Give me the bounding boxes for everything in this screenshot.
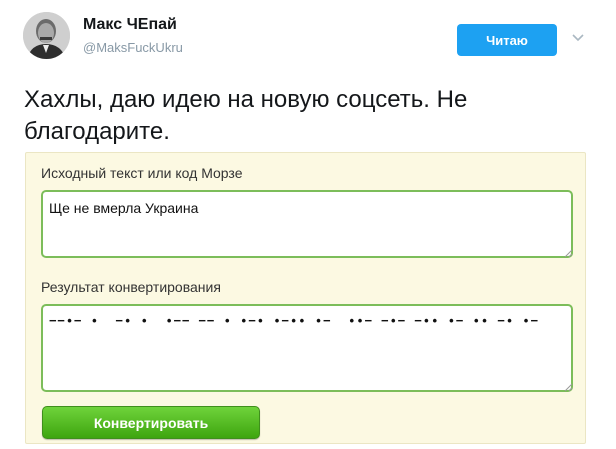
chevron-down-icon[interactable] [571, 31, 585, 45]
resize-grip-icon[interactable] [564, 249, 573, 258]
follow-button[interactable]: Читаю [457, 24, 557, 56]
avatar[interactable] [23, 12, 70, 59]
source-text-field[interactable]: Ще не вмерла Украина [41, 190, 573, 258]
result-text-field[interactable]: −−•− • −• • •−− −− • •−• •−•• •− ••− −•−… [41, 304, 573, 392]
author-name[interactable]: Макс ЧЕпай [83, 16, 177, 34]
tweet-text: Хахлы, даю идею на новую соцсеть. Не бла… [24, 86, 468, 145]
person-photo-icon [23, 12, 70, 59]
author-handle[interactable]: @MaksFuckUkru [83, 40, 183, 55]
morse-converter-panel: Исходный текст или код Морзе Ще не вмерл… [25, 152, 586, 444]
result-label: Результат конвертирования [41, 279, 221, 295]
resize-grip-icon[interactable] [564, 383, 573, 392]
source-label: Исходный текст или код Морзе [41, 165, 243, 181]
convert-button[interactable]: Конвертировать [42, 406, 260, 439]
